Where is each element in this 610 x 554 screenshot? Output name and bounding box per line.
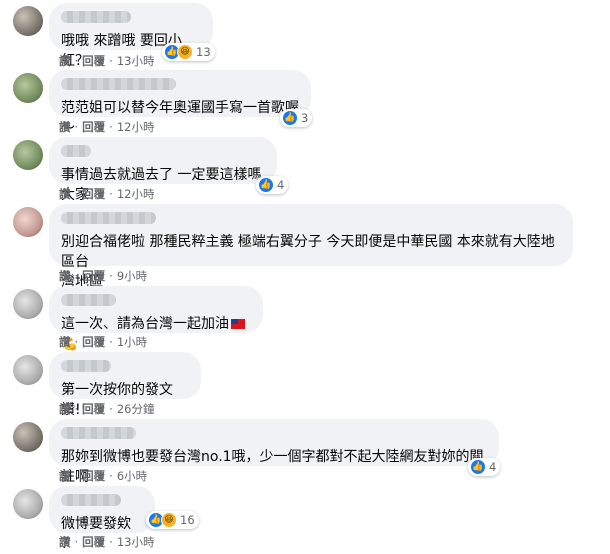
like-link[interactable]: 讚 — [59, 268, 71, 284]
comment-actions: 讚 · 回覆 · 12小時 — [59, 186, 154, 202]
like-link[interactable]: 讚 — [59, 186, 71, 202]
commenter-name-redacted[interactable] — [61, 145, 91, 157]
separator-dot: · — [109, 469, 113, 483]
commenter-name-redacted[interactable] — [61, 294, 116, 306]
like-link[interactable]: 讚 — [59, 468, 71, 484]
like-icon: 👍 — [282, 110, 298, 126]
like-link[interactable]: 讚 — [59, 119, 71, 135]
reaction-summary[interactable]: 👍 😆 13 — [162, 43, 215, 61]
avatar[interactable] — [13, 73, 43, 103]
separator-dot: · — [74, 335, 79, 349]
timestamp-link[interactable]: 1小時 — [117, 334, 147, 350]
comment-actions: 讚 · 回覆 · 13小時 — [59, 53, 154, 69]
reaction-summary[interactable]: 👍 4 — [256, 176, 289, 194]
taiwan-flag-icon — [231, 319, 245, 329]
timestamp-link[interactable]: 12小時 — [117, 186, 155, 202]
comment-bubble: 那妳到微博也要發台灣no.1哦，少一個字都對不起大陸網友對妳的關註啊 — [49, 419, 499, 485]
reaction-count: 3 — [301, 111, 309, 125]
reaction-count: 16 — [180, 513, 195, 527]
reply-link[interactable]: 回覆 — [82, 119, 105, 135]
comment-bubble: 別迎合福佬啦 那種民粹主義 極端右翼分子 今天即便是中華民國 本來就有大陸地區台… — [49, 204, 573, 290]
separator-dot: · — [74, 469, 79, 483]
separator-dot: · — [109, 335, 113, 349]
reaction-count: 4 — [489, 460, 497, 474]
separator-dot: · — [109, 187, 113, 201]
commenter-name-redacted[interactable] — [61, 494, 121, 506]
reply-link[interactable]: 回覆 — [82, 534, 105, 550]
like-icon: 👍 — [470, 459, 486, 475]
comment-text-content: 這一次、請為台灣一起加油 — [61, 316, 229, 332]
separator-dot: · — [109, 120, 113, 134]
haha-icon: 😆 — [177, 44, 193, 60]
avatar[interactable] — [13, 6, 43, 36]
comment-actions: 讚 · 回覆 · 6小時 — [59, 468, 147, 484]
timestamp-link[interactable]: 13小時 — [117, 53, 155, 69]
comment-actions: 讚 · 回覆 · 1小時 — [59, 334, 147, 350]
reaction-summary[interactable]: 👍 😆 16 — [146, 511, 199, 529]
reply-link[interactable]: 回覆 — [82, 401, 105, 417]
separator-dot: · — [109, 269, 113, 283]
comment-actions: 讚 · 回覆 · 13小時 — [59, 534, 154, 550]
reaction-count: 4 — [277, 178, 285, 192]
separator-dot: · — [74, 120, 79, 134]
timestamp-link[interactable]: 12小時 — [117, 119, 155, 135]
reply-link[interactable]: 回覆 — [82, 268, 105, 284]
timestamp-link[interactable]: 9小時 — [117, 268, 147, 284]
comment-actions: 讚 · 回覆 · 9小時 — [59, 268, 147, 284]
timestamp-link[interactable]: 6小時 — [117, 468, 147, 484]
separator-dot: · — [109, 402, 113, 416]
like-link[interactable]: 讚 — [59, 401, 71, 417]
separator-dot: · — [74, 535, 79, 549]
commenter-name-redacted[interactable] — [61, 427, 136, 439]
reply-link[interactable]: 回覆 — [82, 186, 105, 202]
commenter-name-redacted[interactable] — [61, 360, 111, 372]
separator-dot: · — [109, 535, 113, 549]
timestamp-link[interactable]: 26分鐘 — [117, 401, 155, 417]
separator-dot: · — [74, 54, 79, 68]
comment-bubble: 范范姐可以替今年奧運國手寫一首歌喔～ — [49, 70, 311, 136]
comment-bubble: 事情過去就過去了 一定要這樣嗎大家 — [49, 137, 277, 203]
avatar[interactable] — [13, 422, 43, 452]
avatar[interactable] — [13, 355, 43, 385]
comment-actions: 讚 · 回覆 · 26分鐘 — [59, 401, 154, 417]
comment-bubble: 這一次、請為台灣一起加油💪 — [49, 286, 263, 351]
reaction-summary[interactable]: 👍 4 — [468, 458, 501, 476]
commenter-name-redacted[interactable] — [61, 11, 131, 23]
haha-icon: 😆 — [161, 512, 177, 528]
like-link[interactable]: 讚 — [59, 53, 71, 69]
separator-dot: · — [74, 402, 79, 416]
avatar[interactable] — [13, 289, 43, 319]
reply-link[interactable]: 回覆 — [82, 53, 105, 69]
avatar[interactable] — [13, 489, 43, 519]
like-link[interactable]: 讚 — [59, 534, 71, 550]
reply-link[interactable]: 回覆 — [82, 334, 105, 350]
comment-bubble: 第一次按你的發文讚!! — [49, 352, 201, 418]
avatar[interactable] — [13, 207, 43, 237]
separator-dot: · — [74, 187, 79, 201]
commenter-name-redacted[interactable] — [61, 78, 176, 90]
reply-link[interactable]: 回覆 — [82, 468, 105, 484]
comment-actions: 讚 · 回覆 · 12小時 — [59, 119, 154, 135]
reaction-count: 13 — [196, 45, 211, 59]
like-icon: 👍 — [258, 177, 274, 193]
like-link[interactable]: 讚 — [59, 334, 71, 350]
reaction-summary[interactable]: 👍 3 — [280, 109, 313, 127]
separator-dot: · — [74, 269, 79, 283]
separator-dot: · — [109, 54, 113, 68]
avatar[interactable] — [13, 140, 43, 170]
commenter-name-redacted[interactable] — [61, 212, 156, 224]
comment-bubble: 微博要發欸 ？ — [49, 486, 155, 552]
timestamp-link[interactable]: 13小時 — [117, 534, 155, 550]
